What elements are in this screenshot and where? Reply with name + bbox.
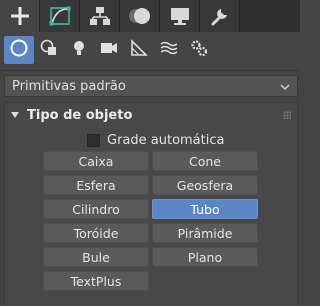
geosphere-button[interactable]: Geosfera — [152, 175, 258, 195]
textplus-button[interactable]: TextPlus — [43, 271, 149, 291]
object-category-toolbar — [0, 32, 300, 68]
cylinder-button[interactable]: Cilindro — [43, 199, 149, 219]
chevron-down-icon — [280, 81, 290, 91]
toolbar-divider — [0, 70, 300, 71]
category-helpers-button[interactable] — [124, 36, 154, 64]
grip-dots-icon[interactable] — [283, 111, 291, 119]
helpers-icon — [129, 38, 149, 62]
rollout-title: Tipo de objeto — [27, 107, 133, 123]
pyramid-button[interactable]: Pirâmide — [152, 223, 258, 243]
command-panel: Primitivas padrão Tipo de objeto Grade a… — [0, 0, 300, 306]
tab-hierarchy[interactable] — [80, 0, 120, 32]
dropdown-selected-value: Primitivas padrão — [12, 78, 126, 94]
autogrid-checkbox[interactable] — [87, 133, 100, 147]
primitive-type-dropdown[interactable]: Primitivas padrão — [4, 75, 298, 97]
wrench-icon — [209, 5, 231, 27]
modify-curve-icon — [48, 5, 72, 27]
tube-button[interactable]: Tubo — [152, 199, 258, 219]
object-type-rollout: Tipo de objeto Grade automática Caixa Co… — [4, 102, 298, 306]
box-button[interactable]: Caixa — [43, 151, 149, 171]
plus-icon — [9, 5, 31, 27]
autogrid-label: Grade automática — [107, 132, 225, 148]
tab-modify[interactable] — [40, 0, 80, 32]
category-cameras-button[interactable] — [94, 36, 124, 64]
torus-button[interactable]: Toróide — [43, 223, 149, 243]
hierarchy-icon — [89, 5, 111, 27]
tab-create[interactable] — [0, 0, 40, 32]
category-shapes-button[interactable] — [34, 36, 64, 64]
cameras-icon — [99, 38, 119, 62]
teapot-button[interactable]: Bule — [43, 247, 149, 267]
command-panel-tabs — [0, 0, 300, 32]
collapse-triangle-icon — [11, 108, 19, 123]
geometry-sphere-icon — [9, 38, 29, 62]
lights-icon — [69, 38, 89, 62]
autogrid-option[interactable]: Grade automática — [87, 131, 224, 149]
motion-icon — [127, 5, 153, 27]
tab-display[interactable] — [160, 0, 200, 32]
object-type-buttons: Caixa Cone Esfera Geosfera Cilindro Tubo… — [43, 151, 258, 291]
tab-motion[interactable] — [120, 0, 160, 32]
category-lights-button[interactable] — [64, 36, 94, 64]
space-warps-icon — [159, 38, 179, 62]
rollout-header[interactable]: Tipo de objeto — [5, 103, 297, 127]
plane-button[interactable]: Plano — [152, 247, 258, 267]
sphere-button[interactable]: Esfera — [43, 175, 149, 195]
category-systems-button[interactable] — [184, 36, 214, 64]
category-geometry-button[interactable] — [4, 36, 34, 64]
cone-button[interactable]: Cone — [152, 151, 258, 171]
shapes-icon — [39, 38, 59, 62]
category-space-warps-button[interactable] — [154, 36, 184, 64]
display-monitor-icon — [169, 5, 191, 27]
systems-icon — [189, 38, 209, 62]
tab-utilities[interactable] — [200, 0, 240, 32]
